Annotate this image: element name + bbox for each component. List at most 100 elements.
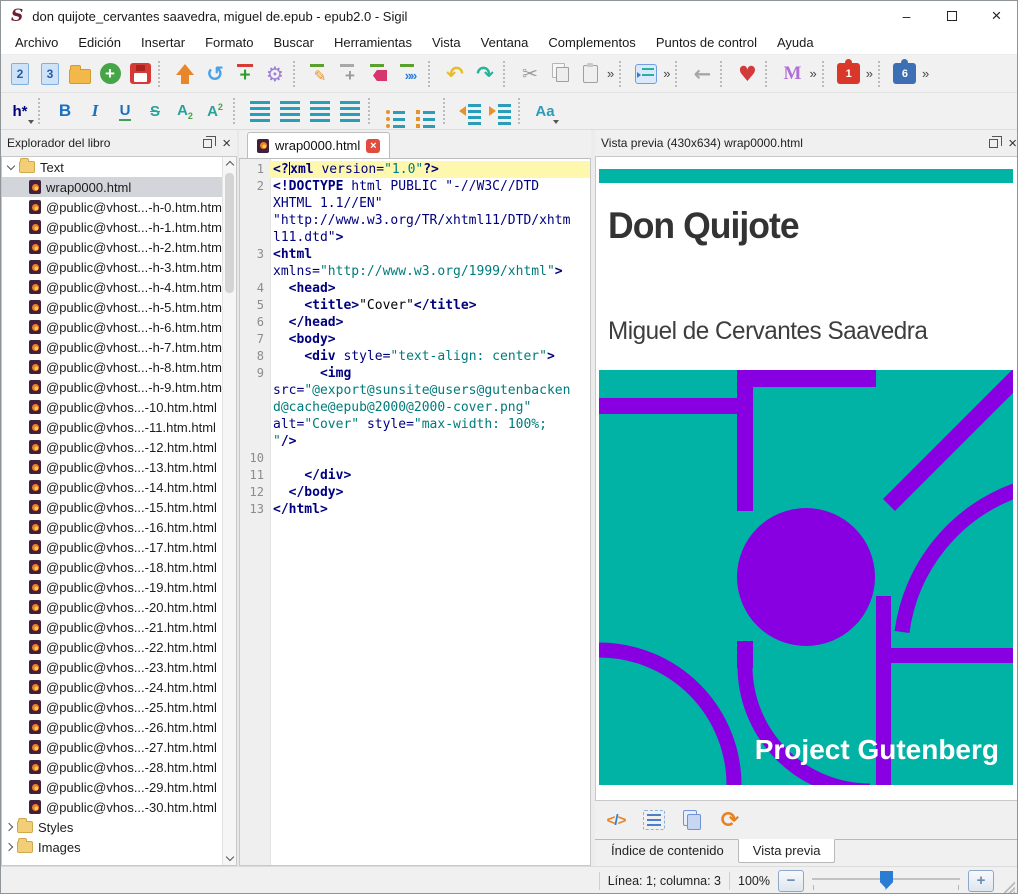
align-center-button[interactable] [275, 96, 305, 126]
menu-complementos[interactable]: Complementos [538, 31, 645, 55]
file-item[interactable]: @public@vhost...-h-0.htm.html [2, 197, 236, 217]
file-item[interactable]: @public@vhos...-13.htm.html [2, 457, 236, 477]
file-item[interactable]: @public@vhos...-20.htm.html [2, 597, 236, 617]
new-epub3-button[interactable]: 3 [35, 59, 65, 89]
checkpoint-edit-button[interactable]: ✎ [305, 59, 335, 89]
strikethrough-button[interactable]: S [140, 96, 170, 126]
code-line[interactable]: 6 </head> [240, 314, 590, 331]
file-item[interactable]: @public@vhos...-30.htm.html [2, 797, 236, 817]
commit-up-button[interactable] [170, 59, 200, 89]
menu-edici-n[interactable]: Edición [68, 31, 131, 55]
undo-button[interactable]: ↶ [440, 59, 470, 89]
plugin-m-button[interactable]: M [777, 59, 807, 89]
copy-preview-button[interactable] [679, 807, 705, 833]
open-button[interactable] [65, 59, 95, 89]
code-line[interactable]: 2<!DOCTYPE html PUBLIC "-//W3C//DTD XHTM… [240, 178, 590, 246]
italic-button[interactable]: I [80, 96, 110, 126]
file-item[interactable]: @public@vhos...-23.htm.html [2, 657, 236, 677]
save-button[interactable] [125, 59, 155, 89]
tree-folder-text[interactable]: Text [2, 157, 236, 177]
zoom-slider[interactable] [812, 869, 960, 893]
checkpoint-tag-button[interactable] [365, 59, 395, 89]
checkpoint-add-button[interactable]: + [335, 59, 365, 89]
menu-ayuda[interactable]: Ayuda [767, 31, 824, 55]
close-panel-icon[interactable]: × [1008, 136, 1017, 151]
menu-vista[interactable]: Vista [422, 31, 471, 55]
file-item[interactable]: @public@vhos...-15.htm.html [2, 497, 236, 517]
toolbar-overflow-chevron[interactable]: » [866, 66, 873, 81]
underline-button[interactable]: U [110, 96, 140, 126]
menu-archivo[interactable]: Archivo [5, 31, 68, 55]
align-justify-button[interactable] [335, 96, 365, 126]
file-item[interactable]: @public@vhos...-28.htm.html [2, 757, 236, 777]
file-item[interactable]: @public@vhost...-h-5.htm.html [2, 297, 236, 317]
scrollbar-thumb[interactable] [225, 173, 234, 293]
editor-tab-wrap0000[interactable]: wrap0000.html × [247, 132, 390, 158]
tree-scrollbar[interactable] [222, 157, 236, 865]
heading-select-button[interactable]: h* [5, 96, 35, 126]
toolbar-overflow-chevron[interactable]: » [607, 66, 614, 81]
change-case-button[interactable]: Aa [530, 96, 560, 126]
file-item[interactable]: @public@vhos...-26.htm.html [2, 717, 236, 737]
minimize-button[interactable]: – [884, 1, 929, 31]
slider-handle[interactable] [880, 871, 893, 889]
file-item[interactable]: @public@vhos...-19.htm.html [2, 577, 236, 597]
zoom-out-button[interactable]: − [778, 870, 804, 892]
subscript-button[interactable]: A2 [170, 96, 200, 126]
code-line[interactable]: 5 <title>"Cover"</title> [240, 297, 590, 314]
code-editor[interactable]: 1<?xml version="1.0"?>2<!DOCTYPE html PU… [239, 158, 591, 866]
code-line[interactable]: 12 </body> [240, 484, 590, 501]
donate-button[interactable]: ♥ [732, 59, 762, 89]
manage-checkpoint-button[interactable]: + [230, 59, 260, 89]
code-line[interactable]: 11 </div> [240, 467, 590, 484]
file-item[interactable]: @public@vhos...-12.htm.html [2, 437, 236, 457]
bullet-list-button[interactable] [380, 96, 410, 126]
code-line[interactable]: 10 [240, 450, 590, 467]
scroll-up-icon[interactable] [226, 161, 234, 169]
chevron-down-icon[interactable] [7, 161, 15, 169]
paste-button[interactable] [575, 59, 605, 89]
menu-puntos-de-control[interactable]: Puntos de control [646, 31, 767, 55]
close-button[interactable]: × [974, 1, 1018, 31]
plugin-1-button[interactable]: 1 [834, 59, 864, 89]
file-item[interactable]: @public@vhost...-h-2.htm.html [2, 237, 236, 257]
close-panel-icon[interactable]: × [222, 136, 231, 151]
superscript-button[interactable]: A2 [200, 96, 230, 126]
menu-insertar[interactable]: Insertar [131, 31, 195, 55]
menu-herramientas[interactable]: Herramientas [324, 31, 422, 55]
code-line[interactable]: 13</html> [240, 501, 590, 518]
file-item[interactable]: @public@vhost...-h-8.htm.html [2, 357, 236, 377]
zoom-in-button[interactable]: + [968, 870, 994, 892]
file-item[interactable]: @public@vhos...-18.htm.html [2, 557, 236, 577]
file-item[interactable]: @public@vhos...-29.htm.html [2, 777, 236, 797]
cut-button[interactable]: ✂ [515, 59, 545, 89]
code-line[interactable]: 1<?xml version="1.0"?> [240, 161, 590, 178]
menu-formato[interactable]: Formato [195, 31, 263, 55]
resize-grip[interactable] [1002, 880, 1015, 893]
file-item[interactable]: @public@vhos...-27.htm.html [2, 737, 236, 757]
tab-close-icon[interactable]: × [366, 139, 380, 153]
code-line[interactable]: 4 <head> [240, 280, 590, 297]
align-right-button[interactable] [305, 96, 335, 126]
undock-icon[interactable] [989, 139, 998, 148]
file-item[interactable]: @public@vhos...-17.htm.html [2, 537, 236, 557]
outdent-button[interactable] [455, 96, 485, 126]
code-line[interactable]: 3<html xmlns="http://www.w3.org/1999/xht… [240, 246, 590, 280]
toolbar-overflow-chevron[interactable]: » [922, 66, 929, 81]
copy-button[interactable] [545, 59, 575, 89]
code-line[interactable]: 8 <div style="text-align: center"> [240, 348, 590, 365]
back-button[interactable]: ← [687, 59, 717, 89]
tab-vista-previa[interactable]: Vista previa [738, 839, 836, 863]
inspect-code-button[interactable]: </> [603, 807, 629, 833]
file-item[interactable]: @public@vhost...-h-3.htm.html [2, 257, 236, 277]
tab-indice-de-contenido[interactable]: Índice de contenido [597, 840, 738, 864]
menu-ventana[interactable]: Ventana [471, 31, 539, 55]
file-item[interactable]: @public@vhos...-24.htm.html [2, 677, 236, 697]
file-item[interactable]: @public@vhos...-16.htm.html [2, 517, 236, 537]
code-line[interactable]: 7 <body> [240, 331, 590, 348]
file-item[interactable]: @public@vhost...-h-9.htm.html [2, 377, 236, 397]
restore-checkpoint-button[interactable]: ↺ [200, 59, 230, 89]
file-item[interactable]: @public@vhos...-25.htm.html [2, 697, 236, 717]
redo-button[interactable]: ↷ [470, 59, 500, 89]
settings-button[interactable]: ⚙ [260, 59, 290, 89]
